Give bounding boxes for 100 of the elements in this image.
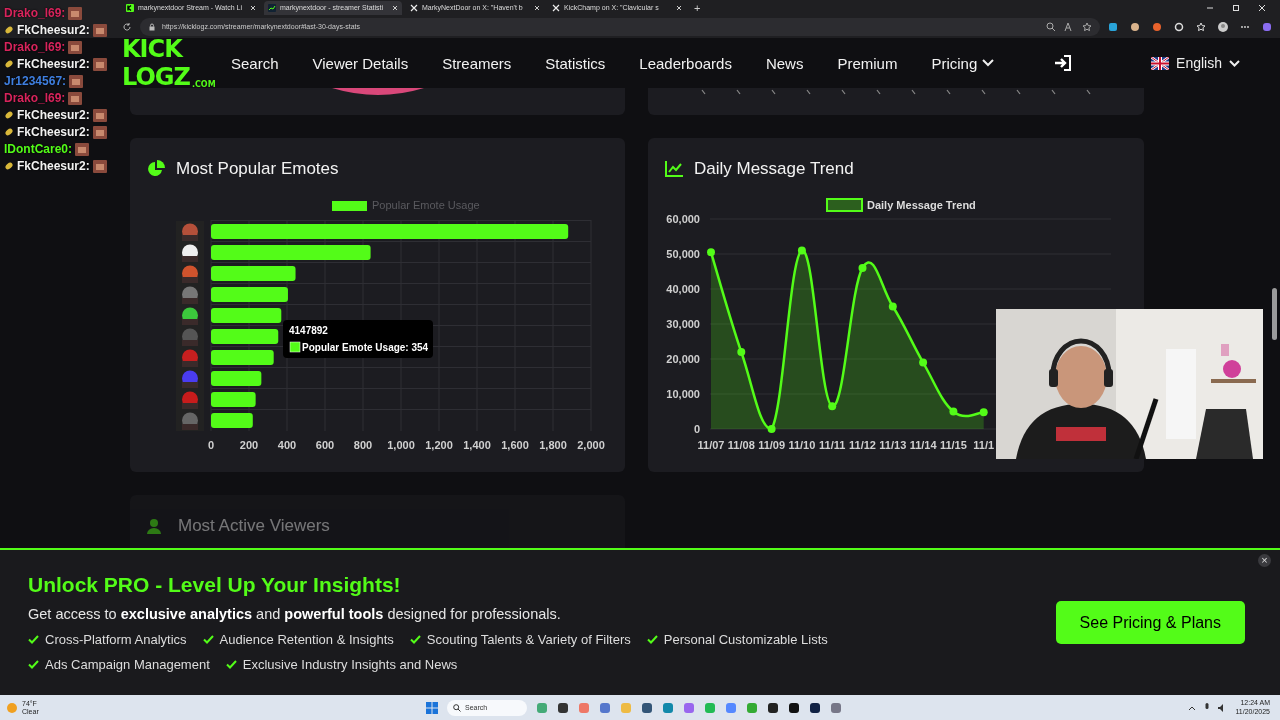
nav-dropdown[interactable]: Pricing	[931, 54, 995, 72]
emote-icon	[92, 108, 107, 122]
legend-swatch[interactable]	[826, 198, 863, 212]
check-icon	[28, 660, 39, 669]
emote-icon	[92, 125, 107, 139]
close-button[interactable]: ×	[1258, 554, 1271, 567]
nav-link[interactable]: Streamers	[442, 54, 512, 72]
axis-label: 1,000	[387, 439, 415, 451]
feature-text: Scouting Talents & Variety of Filters	[426, 632, 631, 647]
axis-label: 40,000	[666, 283, 700, 295]
close-icon[interactable]	[250, 4, 256, 11]
axis-label: 0	[207, 439, 215, 451]
chat-username: FkCheesur2:	[17, 57, 90, 71]
chat-username: Drako_l69:	[4, 40, 66, 54]
chat-username: FkCheesur2:	[17, 159, 90, 173]
axis-label: 11/08	[727, 439, 755, 451]
extension-icon[interactable]	[1174, 21, 1184, 32]
reload-icon[interactable]	[122, 21, 132, 32]
check-icon	[202, 635, 214, 644]
chat-username: FkCheesur2:	[17, 108, 90, 122]
axis-label: 2,000	[577, 439, 605, 451]
check-icon	[409, 635, 421, 644]
axis-label: 11/10	[788, 439, 816, 451]
axis-label: 11/11	[819, 439, 846, 451]
read-aloud-icon[interactable]	[1064, 21, 1074, 32]
chevron-up-icon[interactable]	[1188, 704, 1197, 711]
axis-label: 50,000	[666, 248, 700, 260]
taskbar-app-icon[interactable]	[557, 701, 569, 714]
axis-label: 30,000	[666, 318, 700, 330]
emote-icon	[68, 91, 83, 105]
chat-username: FkCheesur2:	[17, 23, 90, 37]
legend-swatch[interactable]	[332, 201, 367, 211]
axis-label: 11/07	[697, 439, 725, 451]
scrollbar-thumb[interactable]	[1272, 288, 1277, 340]
logo-text: LOGZ	[122, 63, 190, 91]
axis-label: 11/13	[879, 439, 907, 451]
legend-label[interactable]: Daily Message Trend	[867, 199, 976, 211]
chart-favicon-icon	[268, 3, 276, 12]
close-icon[interactable]	[1258, 3, 1266, 12]
new-tab-button[interactable]: +	[690, 1, 705, 14]
extension-icon[interactable]	[1108, 21, 1118, 32]
axis-label: 11/1	[973, 439, 995, 451]
restore-icon[interactable]	[1232, 3, 1240, 12]
feature-text: Exclusive Industry Insights and News	[242, 657, 458, 672]
axis-label: 1,200	[425, 439, 453, 451]
nav-link[interactable]: Statistics	[545, 54, 606, 72]
nav-link[interactable]: Search	[231, 54, 279, 72]
nav-link[interactable]: News	[765, 54, 804, 72]
windows-start-icon[interactable]	[426, 701, 438, 714]
axis-label: 60,000	[666, 213, 700, 225]
chevron-down-icon	[982, 59, 995, 67]
axis-label: 20,000	[666, 353, 700, 365]
extension-icon[interactable]	[1130, 21, 1140, 32]
banner-text: Get access to exclusive analytics and powerful tools designed for professionals.	[28, 606, 562, 622]
axis-label: 400	[277, 439, 297, 451]
axis-label: 1,400	[463, 439, 491, 451]
close-icon[interactable]	[676, 4, 682, 11]
lock-icon	[148, 22, 156, 31]
flag-icon	[1151, 56, 1170, 70]
star-icon[interactable]	[1082, 21, 1092, 32]
feature-text: Ads Campaign Management	[45, 657, 210, 672]
language-selector[interactable]: English	[1151, 55, 1240, 71]
pricing-button[interactable]: See Pricing & Plans	[1055, 601, 1245, 644]
taskbar-app-icon[interactable]	[788, 701, 800, 714]
close-icon[interactable]	[392, 4, 398, 11]
pie-chart-icon	[147, 160, 165, 178]
banner-title: Unlock PRO - Level Up Your Insights!	[28, 573, 402, 597]
nav-link[interactable]: Leaderboards	[639, 54, 732, 72]
logo-suffix: .COM	[191, 80, 216, 91]
coin-icon	[4, 161, 14, 171]
axis-label: 1,600	[501, 439, 529, 451]
search-icon	[453, 703, 461, 712]
axis-label: 10,000	[666, 388, 700, 400]
chat-username: Drako_l69:	[4, 91, 66, 105]
taskbar-app-icon[interactable]	[641, 701, 653, 714]
nav-link[interactable]: Premium	[837, 54, 898, 72]
axis-label: 11/12	[849, 439, 876, 451]
x-logo-icon	[552, 3, 560, 12]
microphone-icon[interactable]	[1204, 703, 1211, 712]
copilot-icon[interactable]	[1262, 21, 1272, 32]
taskbar-app-icon[interactable]	[767, 701, 779, 714]
taskbar-app-icon[interactable]	[809, 701, 821, 714]
check-icon	[646, 635, 658, 644]
axis-label: 11/15	[939, 439, 967, 451]
nav-link[interactable]: Viewer Details	[312, 54, 409, 72]
emote-icon	[75, 142, 89, 156]
zoom-icon[interactable]	[1046, 21, 1056, 32]
chat-username: Jr1234567:	[4, 74, 67, 88]
axis-label: 11/14	[909, 439, 937, 451]
chat-username: IDontCare0:	[4, 142, 72, 156]
tooltip: 4147892 Popular Emote Usage: 354	[283, 320, 433, 358]
axis-label: 200	[239, 439, 259, 451]
emote-icon	[92, 159, 107, 173]
profile-icon[interactable]	[1218, 21, 1228, 32]
card-title: Daily Message Trend	[694, 159, 854, 179]
login-icon[interactable]	[1054, 54, 1073, 72]
chat-username: FkCheesur2:	[17, 125, 90, 139]
favorites-icon[interactable]	[1196, 21, 1206, 32]
close-icon[interactable]	[534, 4, 540, 11]
kick-favicon-icon	[126, 3, 134, 12]
